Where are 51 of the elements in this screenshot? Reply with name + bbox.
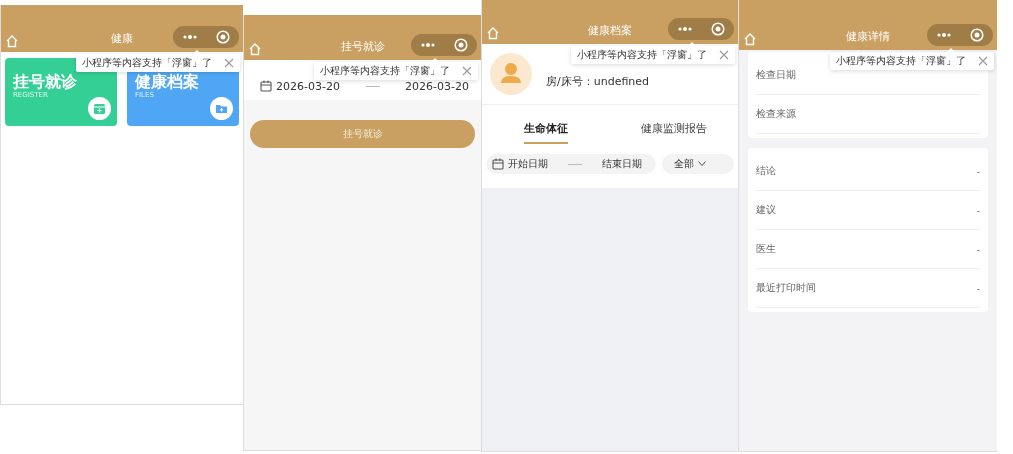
start-date-placeholder: 开始日期 [508, 157, 548, 171]
start-date: 2026-03-20 [276, 79, 340, 93]
page-title: 挂号就诊 [340, 39, 385, 54]
field-value: - [976, 282, 980, 294]
card-title: 挂号就诊 [13, 73, 77, 91]
tooltip-text: 小程序等内容支持「浮窗」了 [320, 64, 450, 78]
close-icon[interactable] [224, 58, 234, 68]
close-circle-icon[interactable] [454, 38, 468, 52]
card-title: 健康档案 [135, 73, 199, 91]
folder-icon [210, 97, 233, 120]
more-icon[interactable] [677, 26, 693, 32]
field-value: - [976, 243, 980, 255]
end-date: 2026-03-20 [405, 79, 469, 93]
tooltip-text: 小程序等内容支持「浮窗」了 [577, 48, 707, 62]
avatar-icon [490, 53, 532, 95]
close-icon[interactable] [462, 66, 472, 76]
page-title: 健康 [111, 31, 133, 46]
close-circle-icon[interactable] [711, 22, 725, 36]
page-title: 健康档案 [588, 23, 632, 38]
page-title: 健康详情 [846, 29, 890, 44]
field-label: 最近打印时间 [756, 281, 816, 295]
home-icon[interactable] [248, 42, 262, 56]
close-circle-icon[interactable] [216, 30, 230, 44]
end-date-placeholder: 结束日期 [602, 157, 642, 171]
field-label: 检查来源 [756, 107, 796, 121]
close-icon[interactable] [978, 56, 988, 66]
close-icon[interactable] [719, 50, 729, 60]
category-dropdown[interactable]: 全部 [662, 154, 734, 174]
more-icon[interactable] [936, 32, 952, 38]
more-icon[interactable] [182, 34, 198, 40]
home-icon[interactable] [486, 26, 500, 40]
calendar-icon [260, 80, 272, 92]
date-range-field[interactable]: 开始日期 结束日期 [486, 154, 656, 174]
field-label: 医生 [756, 242, 776, 256]
close-circle-icon[interactable] [970, 28, 984, 42]
tab[interactable]: 健康监测报告 [610, 117, 738, 150]
tab[interactable]: 生命体征 [482, 117, 610, 150]
field-value: - [976, 204, 980, 216]
home-icon[interactable] [5, 34, 19, 48]
chevron-down-icon [698, 161, 706, 167]
field-label: 检查日期 [756, 68, 796, 82]
field-label: 建议 [756, 203, 776, 217]
tooltip-text: 小程序等内容支持「浮窗」了 [836, 54, 966, 68]
field-label: 结论 [756, 164, 776, 178]
calendar-icon [492, 158, 504, 170]
room-label: 房/床号：undefined [546, 73, 650, 89]
calendar-plus-icon [88, 97, 111, 120]
field-value: - [976, 165, 980, 177]
category-value: 全部 [674, 157, 694, 171]
home-icon[interactable] [743, 32, 757, 46]
more-icon[interactable] [420, 42, 436, 48]
